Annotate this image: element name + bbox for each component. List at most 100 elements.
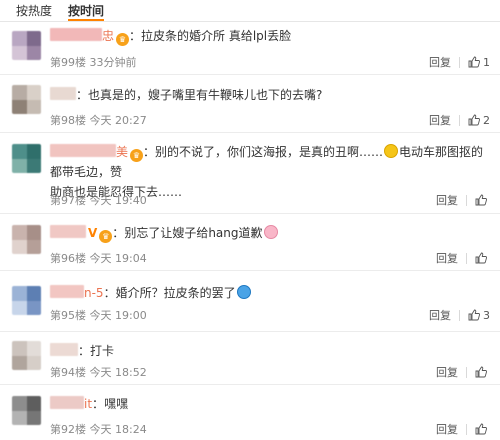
comment-time: 今天 19:00	[89, 309, 147, 322]
like-count: 3	[483, 308, 490, 322]
comment-actions: 回复	[436, 364, 490, 380]
comment-time: 今天 18:24	[89, 423, 147, 436]
smile-emoji-icon	[384, 144, 399, 158]
avatar[interactable]	[12, 396, 41, 425]
fan-badge-icon: ♛	[99, 230, 113, 243]
comment-text: 嘿嘿	[104, 397, 129, 411]
comment-time: 今天 19:40	[89, 194, 147, 207]
pig-emoji-icon	[263, 225, 278, 239]
comment-actions: 回复 3	[429, 307, 490, 323]
comment-text: 也真是的，嫂子嘴里有牛鞭味儿也下的去嘴?	[88, 88, 323, 102]
username-suffix[interactable]: 美	[116, 145, 128, 159]
like-button[interactable]	[475, 366, 490, 378]
reply-button[interactable]: 回复	[436, 364, 458, 380]
avatar[interactable]	[12, 31, 41, 60]
avatar[interactable]	[12, 85, 41, 114]
username-blurred[interactable]	[50, 285, 84, 298]
thumbs-up-icon	[468, 56, 480, 68]
reply-button[interactable]: 回复	[429, 54, 451, 70]
comment-text: 别忘了让嫂子给hang道歉	[124, 226, 263, 240]
tab-sort-time[interactable]: 按时间	[68, 0, 105, 21]
comment-item: V ♛ ：别忘了让嫂子给hang道歉 第96楼 今天 19:04 回复	[0, 215, 500, 271]
comment-item: 忠 ♛ ：拉皮条的婚介所 真给lpl丢脸 第99楼 33分钟前 回复 1	[0, 23, 500, 75]
comment-time: 今天 20:27	[89, 114, 147, 127]
sort-bar: 按热度 按时间	[0, 0, 500, 22]
comment-body: ：打卡	[50, 341, 490, 361]
username-blurred[interactable]	[50, 87, 76, 100]
floor-number: 第94楼	[50, 366, 86, 379]
like-button[interactable]	[475, 423, 490, 435]
comment-item: 美 ♛ ：别的不说了，你们这海报，是真的丑啊…… 电动车那图抠的都带毛边，赞 助商也是能…	[0, 134, 500, 214]
comment-meta: 第94楼 今天 18:52	[50, 364, 147, 380]
comment-meta: 第92楼 今天 18:24	[50, 421, 147, 437]
avatar[interactable]	[12, 341, 41, 370]
divider	[459, 114, 460, 126]
comment-text: 婚介所？拉皮条的罢了	[115, 286, 236, 300]
username-suffix[interactable]: it	[84, 397, 92, 411]
thumbs-up-icon	[475, 366, 487, 378]
comment-actions: 回复 2	[429, 112, 490, 128]
divider	[466, 366, 467, 378]
tab-sort-hot[interactable]: 按热度	[16, 0, 52, 21]
comment-actions: 回复	[436, 250, 490, 266]
thumbs-up-icon	[475, 252, 487, 264]
doraemon-emoji-icon	[236, 285, 251, 299]
username-blurred[interactable]	[50, 343, 78, 356]
comment-meta: 第97楼 今天 19:40	[50, 192, 147, 208]
comment-item: it：嘿嘿 第92楼 今天 18:24 回复	[0, 386, 500, 440]
comment-text: 别的不说了，你们这海报，是真的丑啊……	[155, 145, 384, 159]
comment-item: ：打卡 第94楼 今天 18:52 回复	[0, 333, 500, 385]
verified-badge: V	[88, 226, 98, 240]
username-blurred[interactable]	[50, 144, 116, 157]
avatar[interactable]	[12, 286, 41, 315]
floor-number: 第96楼	[50, 252, 86, 265]
like-button[interactable]: 3	[468, 309, 490, 322]
divider	[466, 252, 467, 264]
like-button[interactable]: 2	[468, 114, 490, 127]
floor-number: 第92楼	[50, 423, 86, 436]
reply-button[interactable]: 回复	[429, 112, 451, 128]
comment-body: 忠 ♛ ：拉皮条的婚介所 真给lpl丢脸	[50, 26, 490, 46]
divider	[466, 423, 467, 435]
like-button[interactable]	[475, 252, 490, 264]
comment-meta: 第99楼 33分钟前	[50, 54, 137, 70]
comment-meta: 第95楼 今天 19:00	[50, 307, 147, 323]
comment-item: ：也真是的，嫂子嘴里有牛鞭味儿也下的去嘴? 第98楼 今天 20:27 回复 2	[0, 76, 500, 133]
like-count: 2	[483, 113, 490, 127]
divider	[459, 309, 460, 321]
thumbs-up-icon	[468, 114, 480, 126]
reply-button[interactable]: 回复	[436, 192, 458, 208]
username-blurred[interactable]	[50, 28, 102, 41]
comment-time: 33分钟前	[89, 56, 137, 69]
floor-number: 第98楼	[50, 114, 86, 127]
avatar[interactable]	[12, 225, 41, 254]
comment-body: it：嘿嘿	[50, 394, 490, 414]
comment-body: n-5：婚介所？拉皮条的罢了	[50, 283, 490, 303]
username-blurred[interactable]	[50, 396, 84, 409]
thumbs-up-icon	[468, 309, 480, 321]
comment-body: ：也真是的，嫂子嘴里有牛鞭味儿也下的去嘴?	[50, 85, 490, 105]
floor-number: 第99楼	[50, 56, 86, 69]
like-button[interactable]: 1	[468, 56, 490, 69]
comment-item: n-5：婚介所？拉皮条的罢了 第95楼 今天 19:00 回复 3	[0, 272, 500, 332]
comment-text: 打卡	[90, 344, 115, 358]
fan-badge-icon: ♛	[116, 33, 130, 46]
avatar[interactable]	[12, 144, 41, 173]
like-button[interactable]	[475, 194, 490, 206]
comment-meta: 第98楼 今天 20:27	[50, 112, 147, 128]
reply-button[interactable]: 回复	[436, 250, 458, 266]
reply-button[interactable]: 回复	[436, 421, 458, 437]
comment-meta: 第96楼 今天 19:04	[50, 250, 147, 266]
thumbs-up-icon	[475, 423, 487, 435]
comment-actions: 回复	[436, 421, 490, 437]
divider	[459, 56, 460, 68]
reply-button[interactable]: 回复	[429, 307, 451, 323]
comment-body: V ♛ ：别忘了让嫂子给hang道歉	[50, 223, 490, 243]
username-suffix[interactable]: 忠	[102, 29, 114, 43]
username-suffix[interactable]: n-5	[84, 286, 104, 300]
username-blurred[interactable]	[50, 225, 86, 238]
floor-number: 第97楼	[50, 194, 86, 207]
floor-number: 第95楼	[50, 309, 86, 322]
comment-time: 今天 19:04	[89, 252, 147, 265]
comment-actions: 回复	[436, 192, 490, 208]
